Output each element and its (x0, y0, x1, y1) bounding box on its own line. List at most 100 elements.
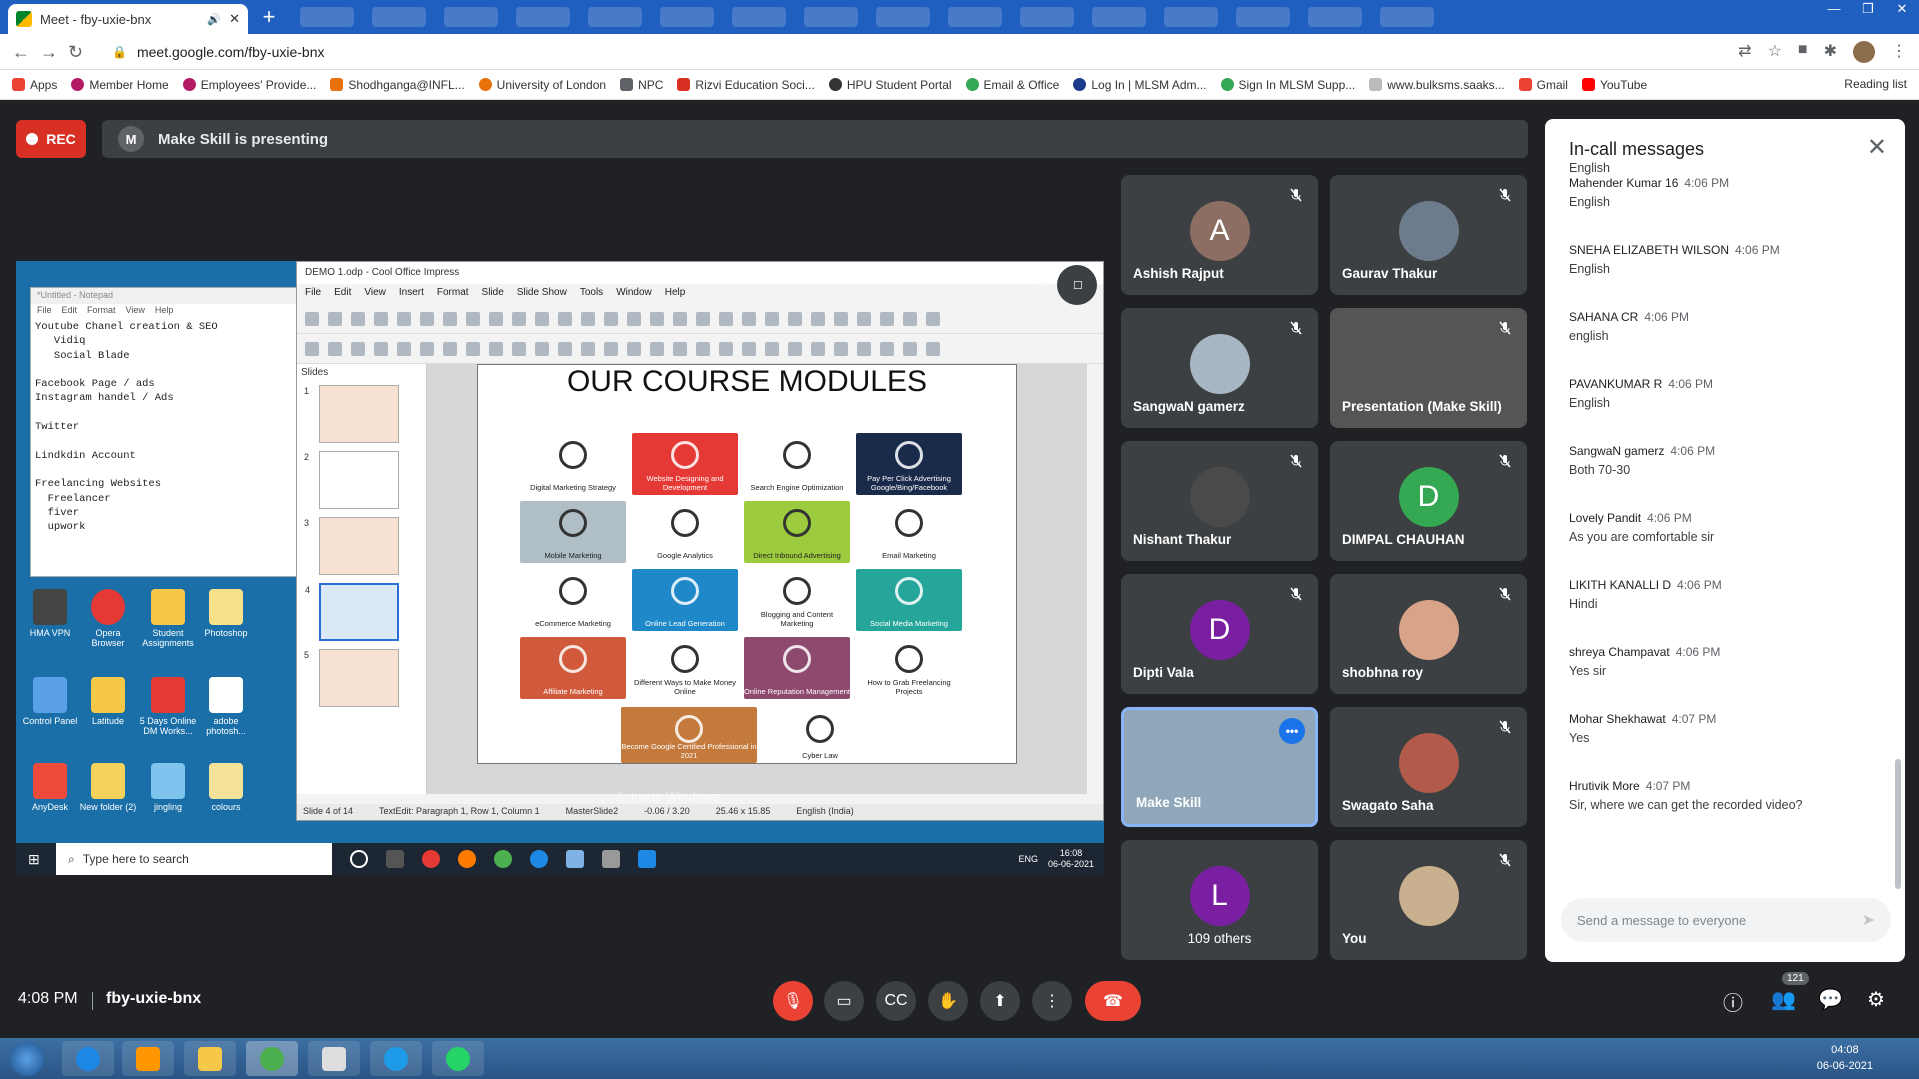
participant-tile[interactable]: SangwaN gamerz (1121, 308, 1318, 428)
taskbar-edge[interactable] (370, 1041, 422, 1076)
participant-tile[interactable]: Swagato Saha (1330, 707, 1527, 827)
mic-off-button[interactable]: 🎙 (773, 981, 813, 1021)
bookmark-gmail[interactable]: Gmail (1518, 78, 1568, 92)
chat-text: English (1569, 396, 1610, 410)
bookmark-email-office[interactable]: Email & Office (965, 78, 1059, 92)
window-close-icon[interactable]: ✕ (1885, 0, 1919, 20)
chat-input[interactable]: Send a message to everyone ➤ (1561, 898, 1891, 942)
module-icon (806, 715, 834, 743)
bookmark-hpu[interactable]: HPU Student Portal (828, 78, 952, 92)
present-button[interactable]: ⬆ (980, 981, 1020, 1021)
translate-icon[interactable]: ⇄ (1738, 41, 1751, 63)
raise-hand-button[interactable]: ✋ (928, 981, 968, 1021)
module-label: Email Marketing (882, 551, 936, 560)
slide-title: OUR COURSE MODULES (566, 365, 928, 398)
bookmark-star-icon[interactable]: ☆ (1768, 41, 1782, 63)
module-icon (559, 645, 587, 673)
chat-time: 4:06 PM (1684, 176, 1730, 190)
module-label: Different Ways to Make Money Online (633, 678, 737, 696)
course-module-tile: Mobile Marketing (520, 501, 626, 563)
participant-tile[interactable]: A Ashish Rajput (1121, 175, 1318, 295)
taskbar-whatsapp[interactable] (432, 1041, 484, 1076)
desktop-icon-student: Student Assignments (138, 589, 198, 648)
participant-name: Swagato Saha (1342, 798, 1434, 813)
tab-title: Meet - fby-uxie-bnx (40, 11, 152, 27)
puzzle-icon[interactable]: ✱ (1824, 41, 1837, 63)
bookmark-apps[interactable]: Apps (12, 78, 57, 92)
desktop-icon-adobe: adobe photosh... (196, 677, 256, 736)
participant-tile[interactable]: D DIMPAL CHAUHAN (1330, 441, 1527, 561)
more-options-button[interactable]: ⋮ (1032, 981, 1072, 1021)
participant-avatar (1189, 467, 1250, 527)
browser-tab[interactable]: Meet - fby-uxie-bnx 🔊 ✕ (8, 4, 248, 34)
chat-time: 4:07 PM (1645, 779, 1691, 793)
desktop-icon-hma: HMA VPN (20, 589, 80, 638)
impress-window: DEMO 1.odp - Cool Office Impress —☐✕ Fil… (296, 261, 1104, 821)
leave-call-button[interactable]: ☎ (1085, 981, 1141, 1021)
participant-tile[interactable]: You (1330, 840, 1527, 960)
participant-name: SangwaN gamerz (1133, 399, 1245, 414)
chat-sender: Mahender Kumar 16 (1569, 176, 1679, 190)
reading-list-button[interactable]: Reading list (1844, 77, 1907, 91)
captions-button[interactable]: CC (876, 981, 916, 1021)
taskbar-ie[interactable] (62, 1041, 114, 1076)
module-label: Become Google Certified Professional in … (621, 742, 757, 760)
bookmark-npc[interactable]: NPC (620, 78, 663, 92)
participant-avatar (1398, 733, 1459, 793)
bookmark-employees[interactable]: Employees' Provide... (182, 78, 316, 92)
address-bar[interactable]: 🔒 meet.google.com/fby-uxie-bnx (112, 38, 1712, 66)
chat-icon[interactable]: 💬 (1818, 987, 1843, 1012)
chat-close-icon[interactable]: ✕ (1867, 133, 1887, 162)
participant-tile[interactable]: Make Skill ••• (1121, 707, 1318, 827)
participant-tile[interactable]: Nishant Thakur (1121, 441, 1318, 561)
start-button[interactable] (10, 1042, 44, 1076)
module-label: eCommerce Marketing (535, 619, 611, 628)
participant-tile[interactable]: Presentation (Make Skill) (1330, 308, 1527, 428)
back-icon[interactable]: ← (12, 42, 30, 63)
muted-mic-icon (1497, 586, 1513, 602)
bookmark-rizvi[interactable]: Rizvi Education Soci... (677, 78, 815, 92)
taskbar-remote[interactable] (308, 1041, 360, 1076)
muted-mic-icon (1497, 320, 1513, 336)
bookmark-member-home[interactable]: Member Home (71, 78, 169, 92)
lock-icon: 🔒 (112, 45, 127, 59)
chat-scrollbar[interactable] (1895, 759, 1901, 889)
chat-messages: Mahender Kumar 16 4:06 PM English SNEHA ELI… (1569, 176, 1889, 846)
chat-sender: SNEHA ELIZABETH WILSON (1569, 243, 1730, 257)
taskbar-chrome[interactable] (246, 1041, 298, 1076)
chat-sender: PAVANKUMAR R (1569, 377, 1663, 391)
taskbar-media[interactable] (122, 1041, 174, 1076)
participant-tile[interactable]: Gaurav Thakur (1330, 175, 1527, 295)
reload-icon[interactable]: ↻ (68, 42, 83, 63)
maximize-icon[interactable]: ❐ (1851, 0, 1885, 20)
minimize-icon[interactable]: — (1817, 0, 1851, 20)
new-tab-button[interactable]: + (256, 6, 282, 30)
extension-icon[interactable]: ■ (1798, 41, 1808, 63)
profile-avatar[interactable] (1853, 41, 1875, 63)
url-text: meet.google.com/fby-uxie-bnx (136, 44, 325, 60)
activities-icon[interactable]: ⚙ (1867, 987, 1885, 1012)
more-options-icon[interactable]: ••• (1279, 718, 1305, 744)
chat-text: english (1569, 329, 1609, 343)
camera-button[interactable]: ▭ (824, 981, 864, 1021)
bookmark-mlsm-support[interactable]: Sign In MLSM Supp... (1220, 78, 1355, 92)
forward-icon[interactable]: → (40, 42, 58, 63)
bookmark-shodhganga[interactable]: Shodhganga@INFL... (330, 78, 465, 92)
taskbar-explorer[interactable] (184, 1041, 236, 1076)
system-clock[interactable]: 04:08 06-06-2021 (1817, 1042, 1873, 1074)
bookmark-youtube[interactable]: YouTube (1581, 78, 1647, 92)
speaker-icon[interactable]: 🔊 (207, 13, 221, 26)
people-icon[interactable]: 👥 (1771, 987, 1796, 1012)
tab-close-icon[interactable]: ✕ (229, 11, 240, 27)
participant-name: Nishant Thakur (1133, 532, 1232, 547)
bookmark-university-london[interactable]: University of London (478, 78, 606, 92)
chrome-menu-icon[interactable]: ⋮ (1891, 41, 1907, 63)
bookmark-mlsm-admin[interactable]: Log In | MLSM Adm... (1073, 78, 1207, 92)
participant-tile[interactable]: D Dipti Vala (1121, 574, 1318, 694)
participant-tile[interactable]: L 109 others (1121, 840, 1318, 960)
bookmark-bulksms[interactable]: www.bulksms.saaks... (1369, 78, 1505, 92)
send-icon[interactable]: ➤ (1862, 910, 1875, 930)
meeting-details-icon[interactable]: ⓘ (1723, 987, 1743, 1016)
shared-taskbar: ⊞ ⌕ Type here to search ENG 16:08 06-06-2… (16, 843, 1104, 875)
participant-tile[interactable]: shobhna roy (1330, 574, 1527, 694)
